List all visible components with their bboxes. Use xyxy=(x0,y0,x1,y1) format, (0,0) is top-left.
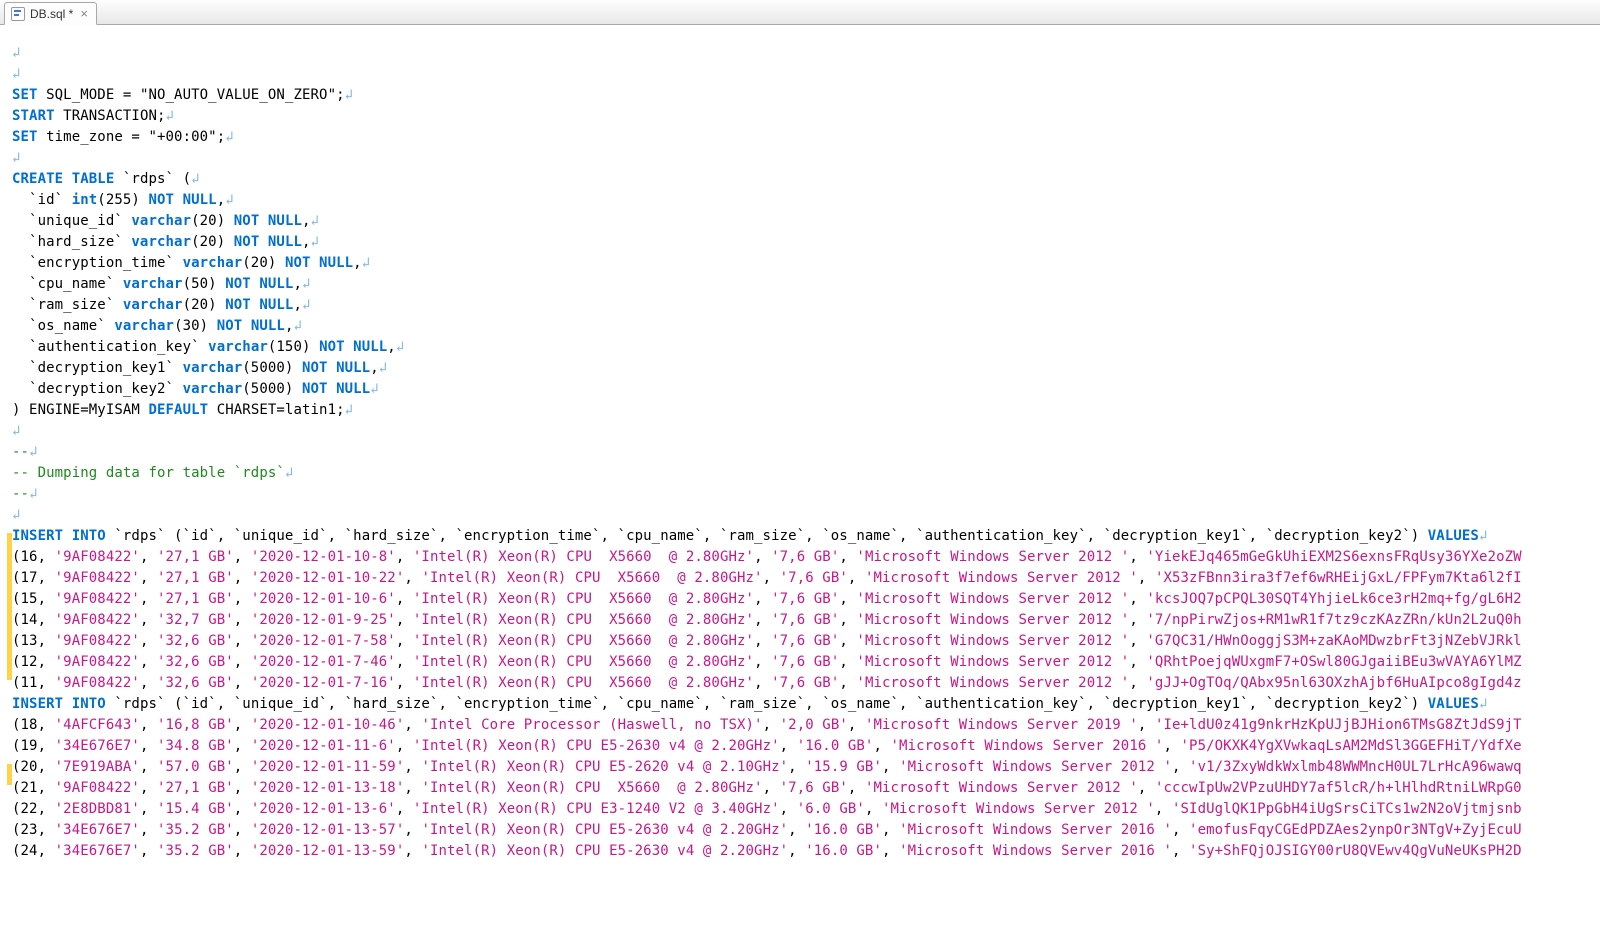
sql-file-icon xyxy=(11,7,25,21)
tab-bar: DB.sql * × xyxy=(0,0,1600,25)
code-text[interactable]: ↲ ↲ SET SQL_MODE = "NO_AUTO_VALUE_ON_ZER… xyxy=(12,43,1600,862)
editor-area[interactable]: ↲ ↲ SET SQL_MODE = "NO_AUTO_VALUE_ON_ZER… xyxy=(0,25,1600,936)
file-tab[interactable]: DB.sql * × xyxy=(4,2,97,25)
close-icon[interactable]: × xyxy=(78,7,90,20)
tab-title: DB.sql * xyxy=(30,7,73,21)
